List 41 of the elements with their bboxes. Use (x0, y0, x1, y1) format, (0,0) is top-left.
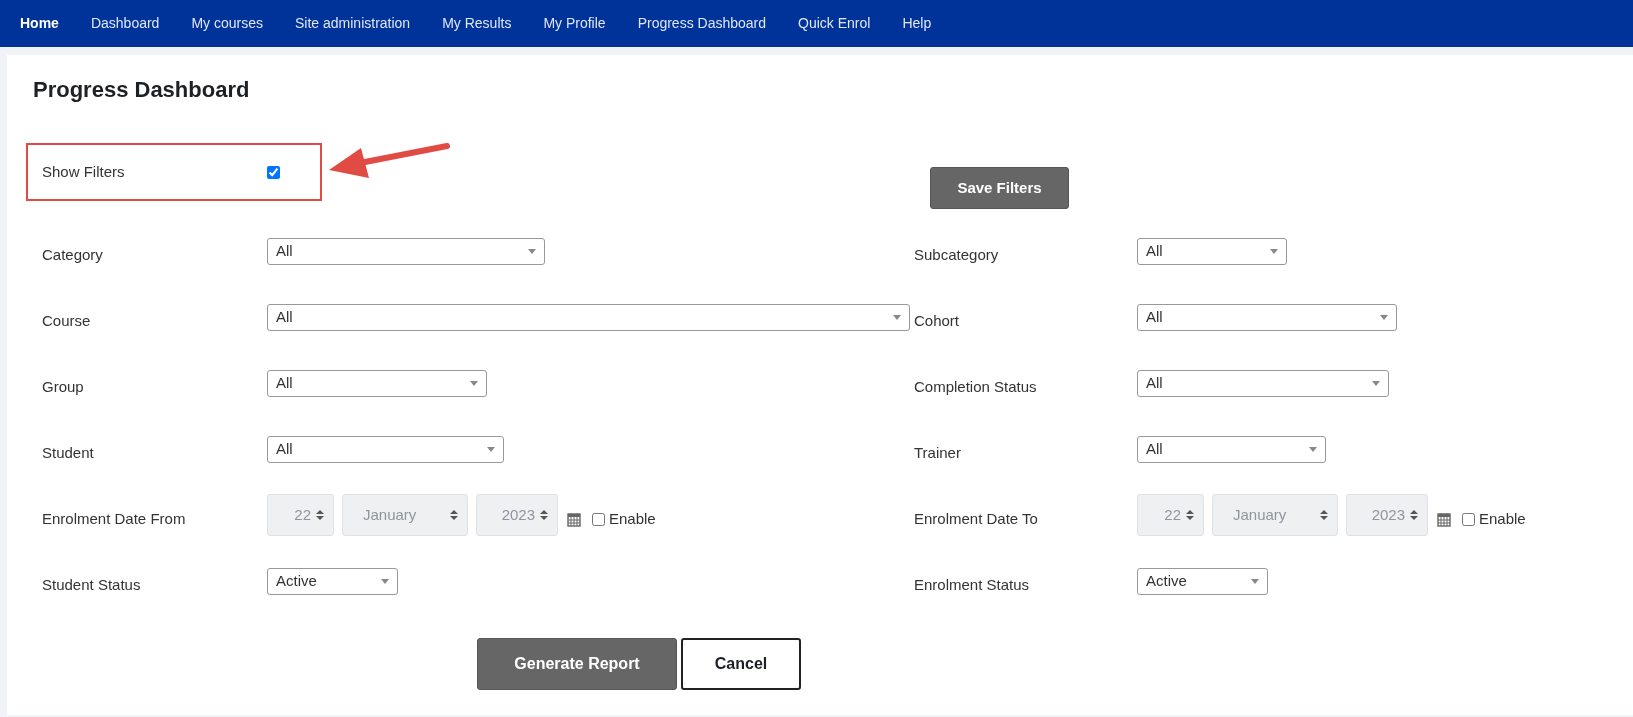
calendar-icon[interactable] (1437, 511, 1451, 527)
enable-label: Enable (1479, 508, 1526, 529)
field-label: Group (42, 377, 85, 398)
field-label: Student Status (42, 575, 142, 596)
field-label: Course (42, 311, 92, 332)
field-label: Enrolment Date From (42, 509, 187, 530)
nav-link[interactable]: Dashboard (74, 0, 176, 47)
save-filters-button[interactable]: Save Filters (930, 167, 1069, 210)
dropdown[interactable]: All (1137, 303, 1397, 331)
dropdown[interactable]: All (1137, 237, 1287, 265)
field-label: Trainer (914, 443, 962, 464)
dropdown[interactable]: All (267, 237, 545, 265)
cancel-button[interactable]: Cancel (681, 638, 801, 691)
dropdown[interactable]: Active (267, 567, 398, 595)
field-label: Completion Status (914, 377, 1038, 398)
nav-link[interactable]: Help (886, 0, 948, 47)
nav-link[interactable]: Quick Enrol (782, 0, 887, 47)
nav-link[interactable]: Site administration (279, 0, 427, 47)
generate-report-button[interactable]: Generate Report (477, 638, 677, 691)
nav-link[interactable]: My Results (426, 0, 528, 47)
dropdown[interactable]: All (267, 303, 910, 331)
dropdown[interactable]: All (267, 435, 504, 463)
dropdown[interactable]: Active (1137, 567, 1268, 595)
enable-label: Enable (609, 508, 656, 529)
field-label: Student (42, 443, 95, 464)
dropdown[interactable]: All (267, 369, 487, 397)
show-filters-checkbox[interactable] (267, 165, 280, 179)
nav-link[interactable]: Home (4, 0, 75, 47)
field-label: Cohort (914, 311, 961, 332)
dropdown[interactable]: All (1137, 369, 1389, 397)
nav-link[interactable]: My Profile (527, 0, 622, 47)
field-label: Enrolment Date To (914, 509, 1039, 530)
dropdown[interactable]: All (1137, 435, 1326, 463)
nav-link[interactable]: My courses (175, 0, 279, 47)
show-filters-label: Show Filters (42, 162, 126, 183)
field-label: Subcategory (914, 245, 1000, 266)
field-label: Enrolment Status (914, 575, 1031, 596)
field-label: Category (42, 245, 104, 266)
nav-link[interactable]: Progress Dashboard (621, 0, 783, 47)
calendar-icon[interactable] (567, 511, 581, 527)
page-title: Progress Dashboard (33, 77, 251, 104)
